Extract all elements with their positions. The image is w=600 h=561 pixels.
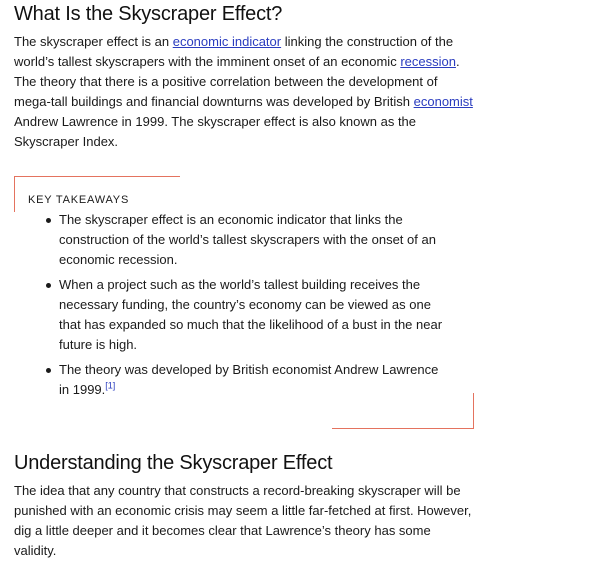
takeaway-item-text: The theory was developed by British econ… (59, 362, 439, 397)
link-economist[interactable]: economist (414, 94, 473, 109)
intro-text-4: Andrew Lawrence in 1999. The skyscraper … (14, 114, 417, 149)
understanding-paragraph: The idea that any country that construct… (14, 483, 472, 558)
intro-text-1: The skyscraper effect is an (14, 34, 173, 49)
takeaways-list: The skyscraper effect is an economic ind… (28, 210, 474, 400)
section-heading-understanding: Understanding the Skyscraper Effect (14, 452, 333, 474)
takeaway-item: When a project such as the world’s talle… (46, 275, 449, 355)
link-economic-indicator[interactable]: economic indicator (173, 34, 281, 49)
key-takeaways-box: KEY TAKEAWAYS The skyscraper effect is a… (14, 176, 474, 429)
link-recession[interactable]: recession (400, 54, 456, 69)
takeaway-item: The theory was developed by British econ… (46, 360, 449, 400)
box-corner-bottom-right-horizontal (332, 428, 474, 429)
box-corner-top-left-vertical (14, 176, 15, 212)
key-takeaways-title: KEY TAKEAWAYS (28, 194, 130, 206)
box-corner-bottom-right-vertical (473, 393, 474, 429)
section-heading-what-is: What Is the Skyscraper Effect? (14, 3, 283, 25)
footnote-ref-1[interactable]: [1] (105, 381, 115, 391)
takeaway-item: The skyscraper effect is an economic ind… (46, 210, 449, 270)
intro-paragraph: The skyscraper effect is an economic ind… (14, 32, 474, 152)
article-body: What Is the Skyscraper Effect? The skysc… (14, 0, 474, 561)
box-corner-top-left-horizontal (14, 176, 180, 177)
